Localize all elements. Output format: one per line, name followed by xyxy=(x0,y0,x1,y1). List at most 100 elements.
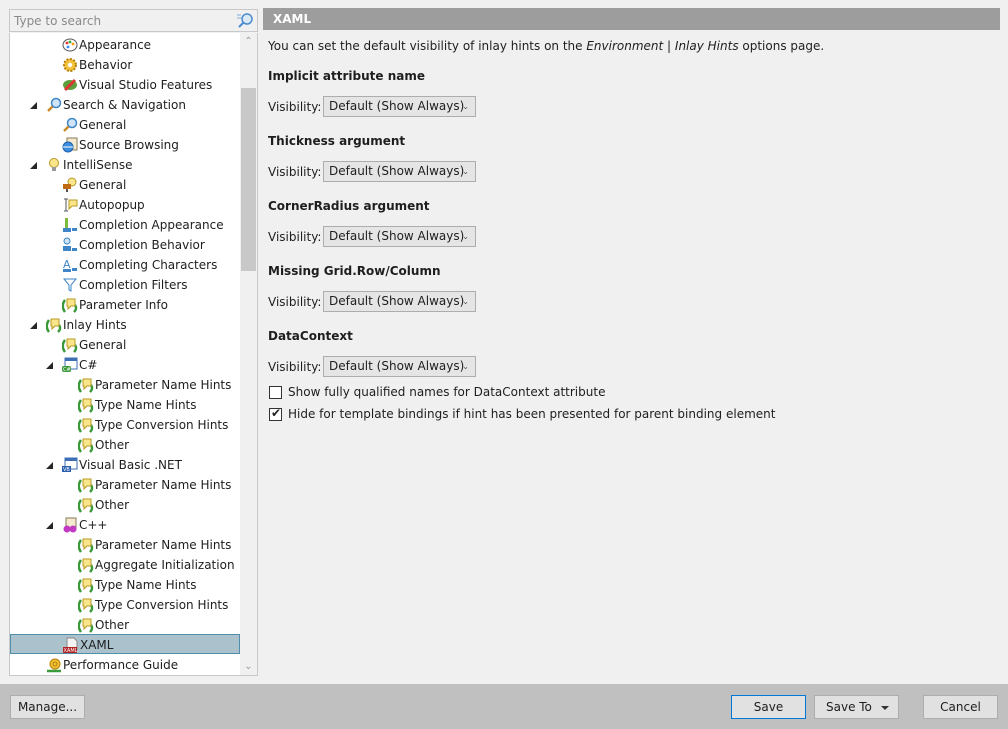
tree-item[interactable]: Visual Studio Features xyxy=(10,75,240,95)
tree-item-label: Appearance xyxy=(79,38,152,52)
tree-item-label: XAML xyxy=(80,638,114,652)
tree-item[interactable]: Completion Filters xyxy=(10,275,240,295)
inlay-hint-icon xyxy=(77,597,94,613)
tree-item[interactable]: Other xyxy=(10,495,240,515)
section-title: Implicit attribute name xyxy=(268,69,425,83)
tree-item[interactable]: General xyxy=(10,175,240,195)
tree-item[interactable]: Performance Guide xyxy=(10,655,240,675)
tree-item[interactable]: Type Name Hints xyxy=(10,575,240,595)
expand-arrow-icon[interactable] xyxy=(30,322,37,329)
save-to-button[interactable]: Save To xyxy=(814,695,899,719)
cancel-button[interactable]: Cancel xyxy=(923,695,998,719)
tree-item-label: Other xyxy=(95,618,130,632)
svg-text:XAML: XAML xyxy=(64,648,78,653)
inlay-hint-icon xyxy=(77,477,94,493)
tree-item[interactable]: Parameter Name Hints xyxy=(10,475,240,495)
visibility-dropdown[interactable]: Default (Show Always) ⌄ xyxy=(323,161,476,182)
tree-item[interactable]: Behavior xyxy=(10,55,240,75)
completion-behavior-icon xyxy=(62,237,78,253)
tree-item[interactable]: XAML XAML xyxy=(10,634,240,654)
expand-arrow-icon[interactable] xyxy=(46,522,53,529)
inlay-hint-icon xyxy=(77,377,94,393)
lightbulb-icon xyxy=(46,157,62,173)
save-button[interactable]: Save xyxy=(731,695,806,719)
completion-appearance-icon xyxy=(62,217,78,233)
tree-item[interactable]: Other xyxy=(10,615,240,635)
visibility-label: Visibility: xyxy=(268,100,322,114)
tree-item[interactable]: A Completing Characters xyxy=(10,255,240,275)
tree-item[interactable]: General xyxy=(10,115,240,135)
visibility-value: Default (Show Always) xyxy=(329,99,465,113)
tree-item[interactable]: Appearance xyxy=(10,35,240,55)
tree-item[interactable]: Type Conversion Hints xyxy=(10,595,240,615)
visibility-value: Default (Show Always) xyxy=(329,229,465,243)
options-tree: Appearance Behavior Visual Studio Features… xyxy=(9,33,258,676)
visibility-dropdown[interactable]: Default (Show Always) ⌄ xyxy=(323,226,476,247)
checkbox[interactable]: ✔ xyxy=(269,406,282,421)
tree-item[interactable]: Inlay Hints xyxy=(10,315,240,335)
visibility-dropdown[interactable]: Default (Show Always) ⌄ xyxy=(323,96,476,117)
visibility-value: Default (Show Always) xyxy=(329,164,465,178)
tree-item[interactable]: Parameter Name Hints xyxy=(10,535,240,555)
checkbox[interactable] xyxy=(269,386,282,399)
chevron-down-icon: ⌄ xyxy=(462,102,469,111)
tree-item-label: Completion Filters xyxy=(79,278,188,292)
tree-item[interactable]: C++ xyxy=(10,515,240,535)
scroll-thumb[interactable] xyxy=(241,88,256,271)
intro-after: options page. xyxy=(738,39,825,53)
magnifier-icon xyxy=(62,117,78,133)
expand-arrow-icon[interactable] xyxy=(46,362,53,369)
scroll-up-icon[interactable]: ⌃ xyxy=(240,33,257,50)
tree-item[interactable]: General xyxy=(10,335,240,355)
manage-button[interactable]: Manage... xyxy=(10,695,85,719)
expand-arrow-icon[interactable] xyxy=(30,162,37,169)
tree-item[interactable]: Completion Appearance xyxy=(10,215,240,235)
tree-item[interactable]: Other xyxy=(10,435,240,455)
tree-item[interactable]: Autopopup xyxy=(10,195,240,215)
section-title: Missing Grid.Row/Column xyxy=(268,264,441,278)
scroll-down-icon[interactable]: ⌄ xyxy=(240,658,257,675)
tree-item[interactable]: Source Browsing xyxy=(10,135,240,155)
tree-item-label: Type Name Hints xyxy=(95,578,197,592)
tree-item[interactable]: Parameter Info xyxy=(10,295,240,315)
tree-item[interactable]: Type Name Hints xyxy=(10,395,240,415)
visibility-label: Visibility: xyxy=(268,295,322,309)
intro-text: You can set the default visibility of in… xyxy=(268,38,824,54)
visibility-dropdown[interactable]: Default (Show Always) ⌄ xyxy=(323,291,476,312)
search-box[interactable] xyxy=(9,9,258,32)
tree-item[interactable]: Search & Navigation xyxy=(10,95,240,115)
tree-item-label: Inlay Hints xyxy=(63,318,127,332)
inlay-hint-icon xyxy=(77,437,94,453)
tree-item-label: Parameter Name Hints xyxy=(95,378,232,392)
visibility-dropdown[interactable]: Default (Show Always) ⌄ xyxy=(323,356,476,377)
tree-item[interactable]: IntelliSense xyxy=(10,155,240,175)
snail-icon xyxy=(46,657,62,673)
section-title: CornerRadius argument xyxy=(268,199,430,213)
tree-item-label: Parameter Name Hints xyxy=(95,538,232,552)
tree-item-label: Completion Appearance xyxy=(79,218,224,232)
checkbox-label: Show fully qualified names for DataConte… xyxy=(288,385,606,399)
visibility-value: Default (Show Always) xyxy=(329,294,465,308)
visibility-label: Visibility: xyxy=(268,230,322,244)
page-title: XAML xyxy=(263,8,1000,30)
tree-item[interactable]: C# C# xyxy=(10,355,240,375)
chevron-down-icon: ⌄ xyxy=(462,362,469,371)
expand-arrow-icon[interactable] xyxy=(46,462,53,469)
dropdown-arrow-icon xyxy=(881,706,889,710)
search-input[interactable] xyxy=(14,12,224,30)
inlay-hint-icon xyxy=(77,577,94,593)
tree-item[interactable]: Aggregate Initialization xyxy=(10,555,240,575)
expand-arrow-icon[interactable] xyxy=(30,102,37,109)
section-title: Thickness argument xyxy=(268,134,406,148)
tree-item[interactable]: Parameter Name Hints xyxy=(10,375,240,395)
tree-item-label: C# xyxy=(79,358,98,372)
inlay-hint-icon xyxy=(77,497,94,513)
svg-text:C#: C# xyxy=(63,367,71,373)
tree-item[interactable]: VB Visual Basic .NET xyxy=(10,455,240,475)
visibility-label: Visibility: xyxy=(268,165,322,179)
tree-scrollbar[interactable]: ⌃ ⌄ xyxy=(240,33,257,675)
tree-item[interactable]: Completion Behavior xyxy=(10,235,240,255)
search-icon[interactable] xyxy=(236,12,254,29)
tree-item[interactable]: Type Conversion Hints xyxy=(10,415,240,435)
tree-item-label: General xyxy=(79,178,127,192)
